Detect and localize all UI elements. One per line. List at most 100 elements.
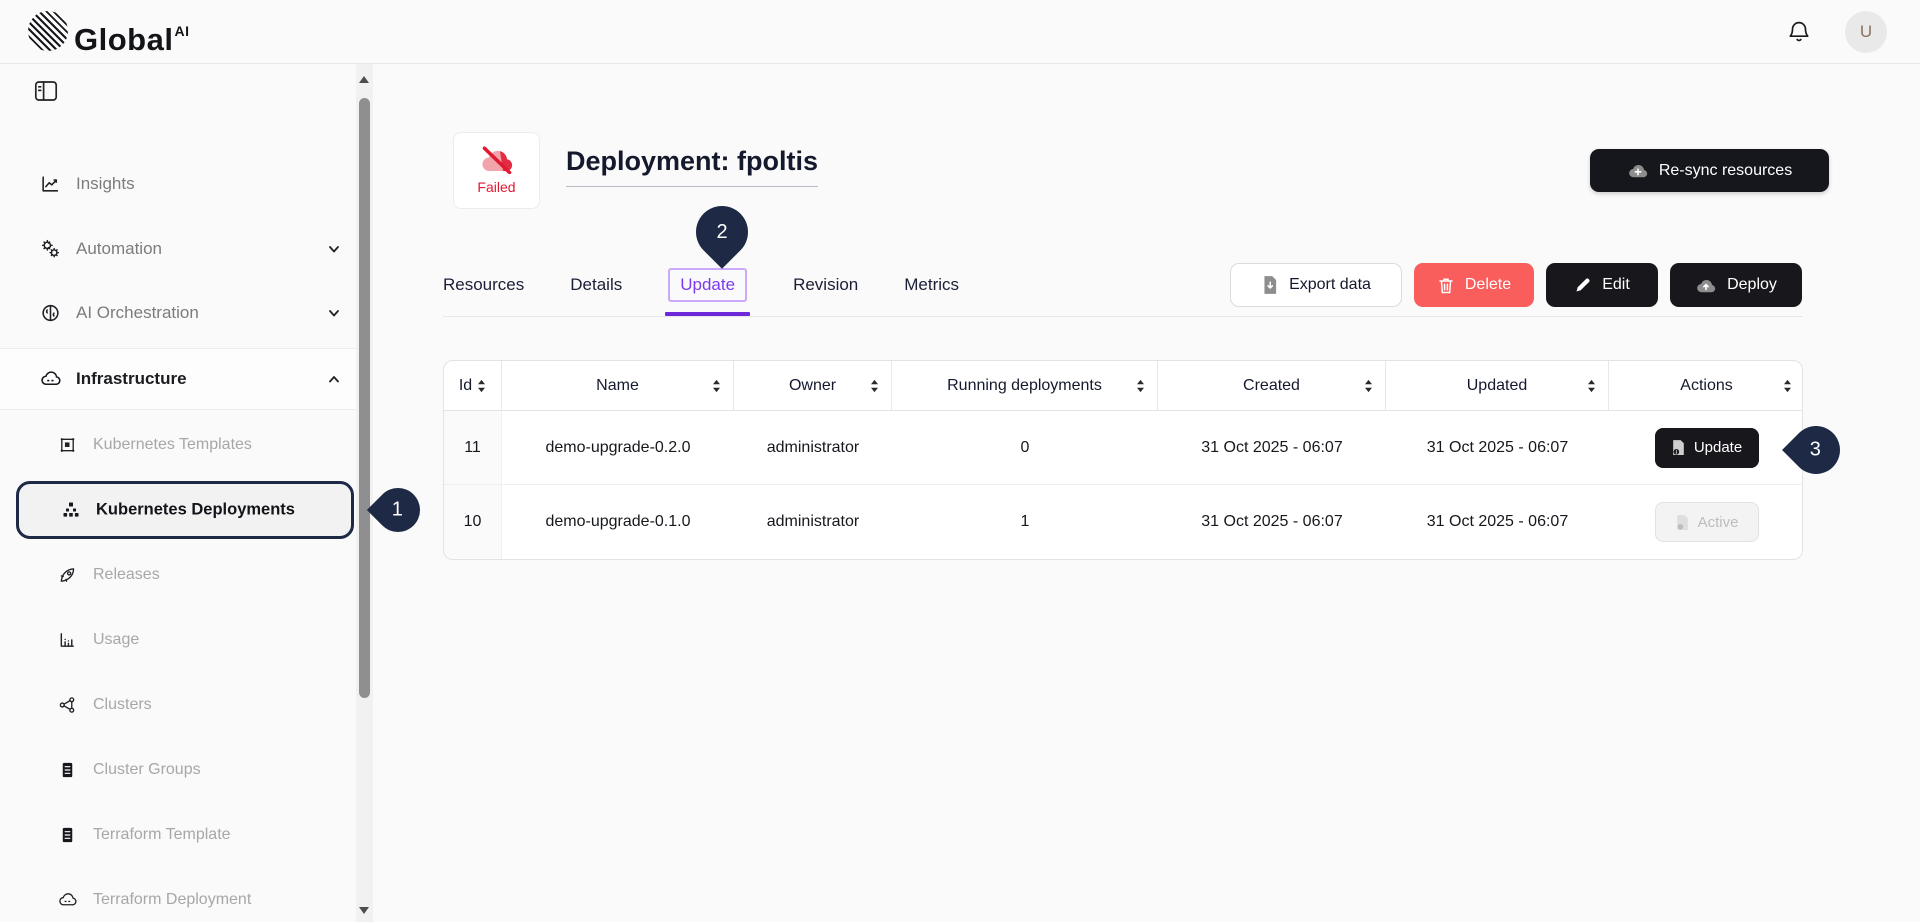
resync-resources-label: Re-sync resources <box>1659 162 1792 180</box>
sort-icon[interactable] <box>477 379 486 393</box>
annotation-pin-number: 1 <box>392 499 403 522</box>
edit-label: Edit <box>1602 276 1630 294</box>
brand-logo-icon <box>28 11 68 51</box>
sidebar-toggle-icon[interactable] <box>34 80 58 102</box>
status-badge-label: Failed <box>477 179 515 195</box>
document-download-icon <box>1261 275 1279 295</box>
status-badge: Failed <box>453 132 540 209</box>
column-label: Actions <box>1680 377 1732 395</box>
sidebar-item-label: Infrastructure <box>76 369 187 389</box>
sidebar-item-cluster-groups[interactable]: Cluster Groups <box>0 750 356 790</box>
sort-icon[interactable] <box>712 379 721 393</box>
sidebar-item-label: Terraform Deployment <box>93 891 251 909</box>
scrollbar-thumb[interactable] <box>359 98 370 698</box>
document-info-icon <box>1675 514 1690 531</box>
tab-update[interactable]: Update <box>668 268 747 302</box>
sidebar-item-terraform-deployment[interactable]: Terraform Deployment <box>0 880 356 920</box>
update-row-button[interactable]: Update <box>1655 428 1759 468</box>
sort-icon[interactable] <box>1136 379 1145 393</box>
cell-created: 31 Oct 2025 - 06:07 <box>1158 485 1386 559</box>
document-list-icon <box>58 826 77 845</box>
tab-revision[interactable]: Revision <box>793 275 858 295</box>
cell-owner: administrator <box>734 411 892 484</box>
cell-name: demo-upgrade-0.1.0 <box>502 485 734 559</box>
sidebar-item-label: Cluster Groups <box>93 761 201 779</box>
sort-icon[interactable] <box>1783 379 1792 393</box>
tab-metrics[interactable]: Metrics <box>904 275 959 295</box>
table-row: 10 demo-upgrade-0.1.0 administrator 1 31… <box>444 485 1802 559</box>
cell-created: 31 Oct 2025 - 06:07 <box>1158 411 1386 484</box>
tab-bar: Resources Details Update Revision Metric… <box>443 262 959 308</box>
sidebar-item-label: AI Orchestration <box>76 303 199 323</box>
kubernetes-templates-icon <box>58 436 77 455</box>
annotation-pin-1: 1 <box>367 479 429 541</box>
column-label: Name <box>596 377 639 395</box>
cell-name: demo-upgrade-0.2.0 <box>502 411 734 484</box>
sidebar: Insights Automation AI Orchestration Inf… <box>0 64 373 922</box>
scrollbar-down-arrow[interactable] <box>359 907 369 914</box>
export-data-label: Export data <box>1289 276 1371 294</box>
deployments-table: Id Name Owner Running deployments Create… <box>443 360 1803 560</box>
sidebar-item-releases[interactable]: Releases <box>0 555 356 595</box>
column-header-name: Name <box>502 361 734 410</box>
sort-icon[interactable] <box>870 379 879 393</box>
cell-owner: administrator <box>734 485 892 559</box>
sort-icon[interactable] <box>1587 379 1596 393</box>
active-row-label: Active <box>1698 514 1739 531</box>
sidebar-item-kubernetes-deployments[interactable]: Kubernetes Deployments <box>16 481 354 539</box>
chevron-up-icon <box>326 371 342 387</box>
column-label: Owner <box>789 377 836 395</box>
delete-button[interactable]: Delete <box>1414 263 1534 307</box>
sidebar-item-automation[interactable]: Automation <box>0 229 356 269</box>
cell-running-deployments: 0 <box>892 411 1158 484</box>
cloud-icon <box>58 891 77 910</box>
tab-resources[interactable]: Resources <box>443 275 524 295</box>
active-row-button: Active <box>1655 502 1759 542</box>
cloud-upload-icon <box>1695 277 1717 294</box>
notifications-bell-icon[interactable] <box>1786 19 1812 45</box>
annotation-pin-2: 2 <box>685 195 759 269</box>
tab-details[interactable]: Details <box>570 275 622 295</box>
document-info-icon <box>1671 439 1686 456</box>
column-header-id: Id <box>444 361 502 410</box>
column-header-owner: Owner <box>734 361 892 410</box>
brain-icon <box>40 303 61 324</box>
sidebar-item-clusters[interactable]: Clusters <box>0 685 356 725</box>
export-data-button[interactable]: Export data <box>1230 263 1402 307</box>
tabs-divider <box>443 316 1803 317</box>
sidebar-item-insights[interactable]: Insights <box>0 164 356 204</box>
deploy-label: Deploy <box>1727 276 1777 294</box>
deploy-button[interactable]: Deploy <box>1670 263 1802 307</box>
column-label: Id <box>459 377 472 395</box>
clusters-icon <box>58 696 77 715</box>
sort-icon[interactable] <box>1364 379 1373 393</box>
sidebar-item-kubernetes-templates[interactable]: Kubernetes Templates <box>0 425 356 465</box>
sidebar-item-label: Terraform Template <box>93 826 231 844</box>
sidebar-item-usage[interactable]: Usage <box>0 620 356 660</box>
sidebar-scrollbar[interactable] <box>356 64 373 922</box>
column-label: Updated <box>1467 377 1528 395</box>
column-label: Created <box>1243 377 1300 395</box>
resync-resources-button[interactable]: Re-sync resources <box>1590 149 1829 192</box>
brand-name: GlobalAI <box>74 11 189 60</box>
rocket-icon <box>58 566 77 585</box>
delete-label: Delete <box>1465 276 1511 294</box>
sidebar-item-ai-orchestration[interactable]: AI Orchestration <box>0 293 356 333</box>
sidebar-item-label: Kubernetes Deployments <box>96 501 295 520</box>
sidebar-item-label: Usage <box>93 631 139 649</box>
chart-line-icon <box>40 174 61 195</box>
cell-id: 11 <box>444 411 502 484</box>
cell-updated: 31 Oct 2025 - 06:07 <box>1386 485 1609 559</box>
cell-running-deployments: 1 <box>892 485 1158 559</box>
edit-button[interactable]: Edit <box>1546 263 1658 307</box>
user-avatar[interactable]: U <box>1845 11 1887 53</box>
brand-text: Global <box>74 22 173 57</box>
sidebar-item-label: Clusters <box>93 696 152 714</box>
topbar: GlobalAI U <box>0 0 1920 64</box>
scrollbar-up-arrow[interactable] <box>359 76 369 83</box>
sidebar-item-terraform-template[interactable]: Terraform Template <box>0 815 356 855</box>
cell-actions: Update <box>1609 411 1803 484</box>
sidebar-item-infrastructure[interactable]: Infrastructure <box>0 359 356 399</box>
column-label: Running deployments <box>947 377 1102 395</box>
sidebar-item-label: Insights <box>76 174 135 194</box>
